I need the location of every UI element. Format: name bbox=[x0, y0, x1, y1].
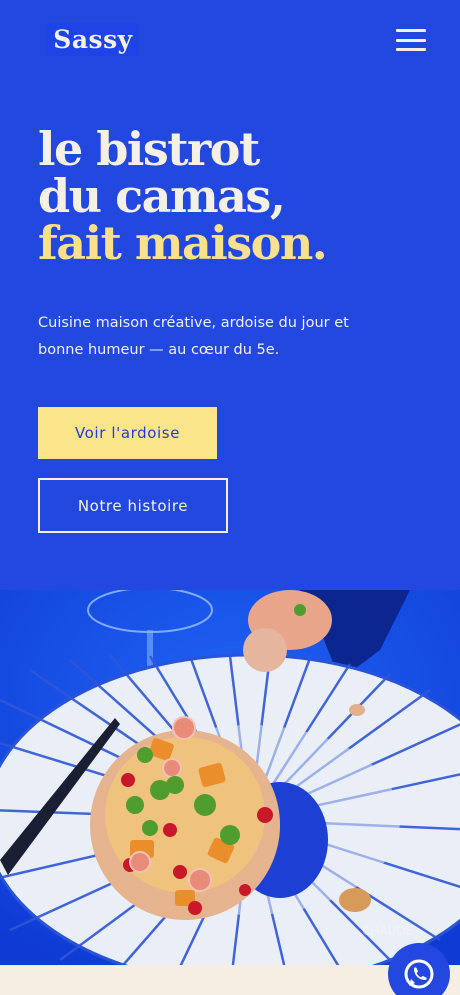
dish-photo: CHAUDE bbox=[0, 590, 460, 965]
hero-headline: le bistrot du camas, fait maison. bbox=[38, 122, 328, 270]
logo-text: Sassy bbox=[53, 25, 133, 54]
voir-ardoise-button[interactable]: Voir l'ardoise bbox=[38, 407, 217, 459]
headline-line-2: du camas, bbox=[38, 169, 286, 223]
dish-illustration: CHAUDE bbox=[0, 590, 460, 965]
hero-lead-text: Cuisine maison créative, ardoise du jour… bbox=[38, 315, 349, 358]
notre-histoire-button[interactable]: Notre histoire bbox=[38, 478, 228, 533]
logo[interactable]: Sassy bbox=[47, 23, 139, 56]
headline-line-1: le bistrot bbox=[38, 122, 260, 176]
whatsapp-glyph bbox=[404, 959, 434, 989]
photo-watermark: CHAUDE bbox=[362, 924, 413, 938]
headline-line-3: fait maison. bbox=[38, 216, 328, 270]
hamburger-menu-icon[interactable] bbox=[396, 29, 426, 51]
